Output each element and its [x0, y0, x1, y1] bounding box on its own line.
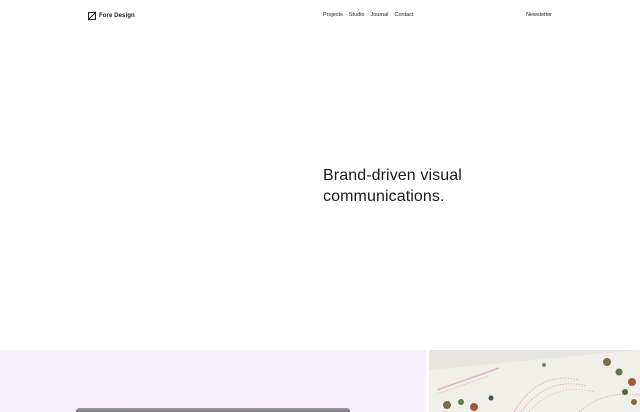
nav-studio[interactable]: Studio: [349, 12, 365, 19]
laptop-image: [76, 408, 350, 412]
project-tile-print[interactable]: [429, 350, 640, 412]
project-tile-device[interactable]: [0, 350, 426, 412]
nav-contact[interactable]: Contact: [395, 12, 414, 19]
main-nav: Projects Studio Journal Contact: [323, 12, 414, 19]
logo-mark-icon: [88, 11, 96, 20]
nav-journal[interactable]: Journal: [370, 12, 388, 19]
site-header: Fore Design Projects Studio Journal Cont…: [0, 0, 640, 30]
hero-headline: Brand-driven visual communications.: [323, 167, 462, 205]
newsletter-link[interactable]: Newsletter: [526, 12, 552, 19]
brand-name: Fore Design: [99, 12, 135, 19]
poster-photo-image: [429, 350, 640, 412]
nav-projects[interactable]: Projects: [323, 12, 343, 19]
brand-logo[interactable]: Fore Design: [88, 10, 135, 21]
